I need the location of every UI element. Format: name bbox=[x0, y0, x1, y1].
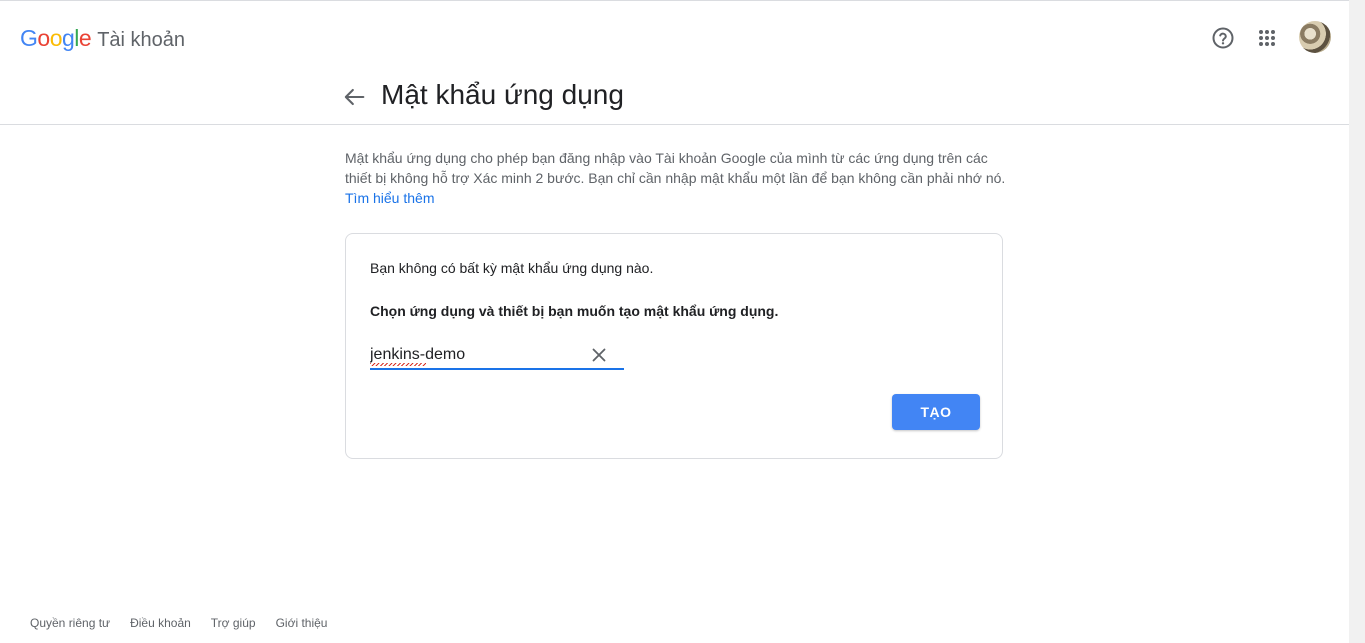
back-arrow-icon[interactable] bbox=[340, 83, 368, 111]
page-title-bar: Mật khẩu ứng dụng bbox=[0, 69, 1349, 125]
product-name: Tài khoản bbox=[97, 29, 186, 51]
logo-letter: g bbox=[61, 25, 75, 51]
logo-letter: e bbox=[78, 25, 92, 51]
footer-link-privacy[interactable]: Quyền riêng tư bbox=[30, 616, 110, 630]
footer-link-help[interactable]: Trợ giúp bbox=[211, 616, 256, 630]
logo-letter: o bbox=[49, 25, 63, 51]
description-text: Mật khẩu ứng dụng cho phép bạn đăng nhập… bbox=[345, 150, 1006, 186]
google-account-logo[interactable]: Google Tài khoản bbox=[20, 25, 185, 52]
scrollbar[interactable] bbox=[1349, 0, 1365, 643]
app-header: Google Tài khoản bbox=[0, 5, 1349, 69]
empty-state-message: Bạn không có bất kỳ mật khẩu ứng dụng nà… bbox=[370, 260, 654, 276]
app-password-card: Bạn không có bất kỳ mật khẩu ứng dụng nà… bbox=[345, 233, 1003, 459]
apps-grid-icon[interactable] bbox=[1255, 26, 1279, 50]
footer-links: Quyền riêng tư Điều khoản Trợ giúp Giới … bbox=[30, 616, 327, 630]
create-button[interactable]: TẠO bbox=[892, 394, 980, 430]
footer-link-terms[interactable]: Điều khoản bbox=[130, 616, 191, 630]
page-title: Mật khẩu ứng dụng bbox=[381, 79, 624, 110]
logo-letter: o bbox=[37, 25, 50, 51]
google-wordmark: Google bbox=[20, 25, 92, 52]
help-icon[interactable] bbox=[1211, 26, 1235, 50]
spellcheck-underline bbox=[370, 363, 426, 366]
learn-more-link[interactable]: Tìm hiểu thêm bbox=[345, 190, 434, 206]
logo-letter: G bbox=[20, 25, 38, 51]
app-name-field bbox=[370, 342, 624, 370]
page-description: Mật khẩu ứng dụng cho phép bạn đăng nhập… bbox=[345, 148, 1010, 208]
choose-app-instruction: Chọn ứng dụng và thiết bị bạn muốn tạo m… bbox=[370, 303, 779, 319]
account-avatar[interactable] bbox=[1299, 21, 1331, 53]
footer-link-about[interactable]: Giới thiệu bbox=[276, 616, 328, 630]
clear-icon[interactable] bbox=[588, 344, 610, 366]
